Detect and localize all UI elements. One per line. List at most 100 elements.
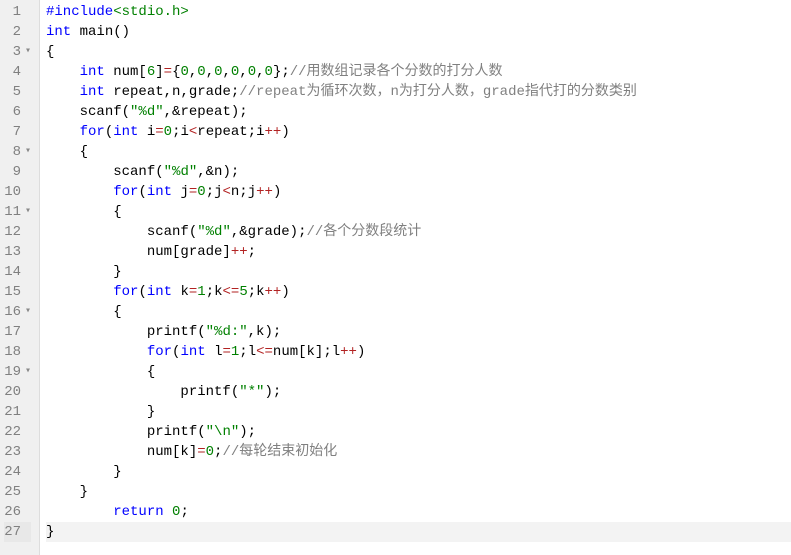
line-number[interactable]: 25 [4, 482, 31, 502]
code-line[interactable]: int repeat,n,grade;//repeat为循环次数，n为打分人数，… [46, 82, 791, 102]
line-number[interactable]: 3▾ [4, 42, 31, 62]
line-number[interactable]: 13 [4, 242, 31, 262]
code-line[interactable]: for(int j=0;j<n;j++) [46, 182, 791, 202]
code-token: { [46, 142, 88, 162]
code-token: int [180, 342, 205, 362]
code-token: //repeat为循环次数，n为打分人数，grade指代打的分数类别 [239, 82, 637, 102]
line-number[interactable]: 7 [4, 122, 31, 142]
code-line[interactable]: { [46, 142, 791, 162]
line-number[interactable]: 21 [4, 402, 31, 422]
line-number[interactable]: 20 [4, 382, 31, 402]
code-line[interactable]: for(int i=0;i<repeat;i++) [46, 122, 791, 142]
code-token: = [155, 122, 163, 142]
code-token: "\n" [206, 422, 240, 442]
code-line[interactable]: scanf("%d",&repeat); [46, 102, 791, 122]
code-line[interactable]: for(int k=1;k<=5;k++) [46, 282, 791, 302]
code-editor-area[interactable]: #include<stdio.h>int main(){ int num[6]=… [40, 0, 791, 555]
code-line[interactable]: } [46, 462, 791, 482]
line-number[interactable]: 17 [4, 322, 31, 342]
fold-marker-icon[interactable]: ▾ [23, 302, 31, 322]
code-line[interactable]: { [46, 302, 791, 322]
line-number[interactable]: 2 [4, 22, 31, 42]
code-token: <= [256, 342, 273, 362]
code-token: ; [248, 242, 256, 262]
code-token: } [46, 522, 54, 542]
line-number[interactable]: 9 [4, 162, 31, 182]
code-token: { [46, 362, 155, 382]
fold-marker-icon[interactable]: ▾ [23, 142, 31, 162]
code-line[interactable]: return 0; [46, 502, 791, 522]
code-line[interactable]: printf("%d:",k); [46, 322, 791, 342]
line-number[interactable]: 19▾ [4, 362, 31, 382]
code-line[interactable]: { [46, 202, 791, 222]
code-token: ++ [265, 122, 282, 142]
code-token: ) [281, 122, 289, 142]
code-token: n;j [231, 182, 256, 202]
code-line[interactable]: { [46, 362, 791, 382]
line-number[interactable]: 23 [4, 442, 31, 462]
line-number[interactable]: 8▾ [4, 142, 31, 162]
code-token: = [189, 182, 197, 202]
line-number[interactable]: 6 [4, 102, 31, 122]
code-token: ; [214, 442, 222, 462]
line-number[interactable]: 26 [4, 502, 31, 522]
code-line[interactable]: scanf("%d",&n); [46, 162, 791, 182]
code-token: = [197, 442, 205, 462]
code-token: 0 [265, 62, 273, 82]
code-line[interactable]: printf("*"); [46, 382, 791, 402]
line-number[interactable]: 16▾ [4, 302, 31, 322]
code-token: int [46, 22, 71, 42]
code-line[interactable]: } [46, 482, 791, 502]
line-number[interactable]: 4 [4, 62, 31, 82]
code-token: ( [138, 182, 146, 202]
line-number[interactable]: 5 [4, 82, 31, 102]
code-line[interactable]: } [46, 262, 791, 282]
fold-marker-icon[interactable]: ▾ [23, 362, 31, 382]
code-line[interactable]: scanf("%d",&grade);//各个分数段统计 [46, 222, 791, 242]
code-token: 0 [197, 182, 205, 202]
line-number[interactable]: 1 [4, 2, 31, 22]
fold-marker-icon[interactable]: ▾ [23, 42, 31, 62]
code-token [71, 22, 79, 42]
line-number[interactable]: 11▾ [4, 202, 31, 222]
code-line[interactable]: int num[6]={0,0,0,0,0,0};//用数组记录各个分数的打分人… [46, 62, 791, 82]
line-number[interactable]: 22 [4, 422, 31, 442]
line-number[interactable]: 24 [4, 462, 31, 482]
code-line[interactable]: int main() [46, 22, 791, 42]
code-token: } [46, 402, 155, 422]
line-number[interactable]: 18 [4, 342, 31, 362]
code-token: , [189, 62, 197, 82]
code-token: 0 [206, 442, 214, 462]
fold-marker-icon[interactable]: ▾ [23, 202, 31, 222]
code-token: , [256, 62, 264, 82]
code-token: { [46, 42, 54, 62]
code-token: scanf( [80, 102, 130, 122]
code-token: = [164, 62, 172, 82]
code-token [46, 222, 147, 242]
line-number[interactable]: 10 [4, 182, 31, 202]
code-token: }; [273, 62, 290, 82]
code-token: ,&grade); [231, 222, 307, 242]
code-token: } [46, 482, 88, 502]
code-line[interactable]: { [46, 42, 791, 62]
code-token: ++ [256, 182, 273, 202]
code-token: ++ [231, 242, 248, 262]
code-token: num[grade] [46, 242, 231, 262]
code-line[interactable]: printf("\n"); [46, 422, 791, 442]
code-line[interactable]: #include<stdio.h> [46, 2, 791, 22]
code-token: printf( [180, 382, 239, 402]
code-line[interactable]: num[k]=0;//每轮结束初始化 [46, 442, 791, 462]
code-token: , [206, 62, 214, 82]
line-number[interactable]: 12 [4, 222, 31, 242]
code-line[interactable]: } [46, 522, 791, 542]
line-number[interactable]: 15 [4, 282, 31, 302]
code-line[interactable]: for(int l=1;l<=num[k];l++) [46, 342, 791, 362]
code-line[interactable]: } [46, 402, 791, 422]
code-line[interactable]: num[grade]++; [46, 242, 791, 262]
line-number[interactable]: 14 [4, 262, 31, 282]
code-token: ;l [239, 342, 256, 362]
code-token: for [113, 182, 138, 202]
code-token: 1 [197, 282, 205, 302]
code-token: < [189, 122, 197, 142]
line-number[interactable]: 27 [4, 522, 31, 542]
